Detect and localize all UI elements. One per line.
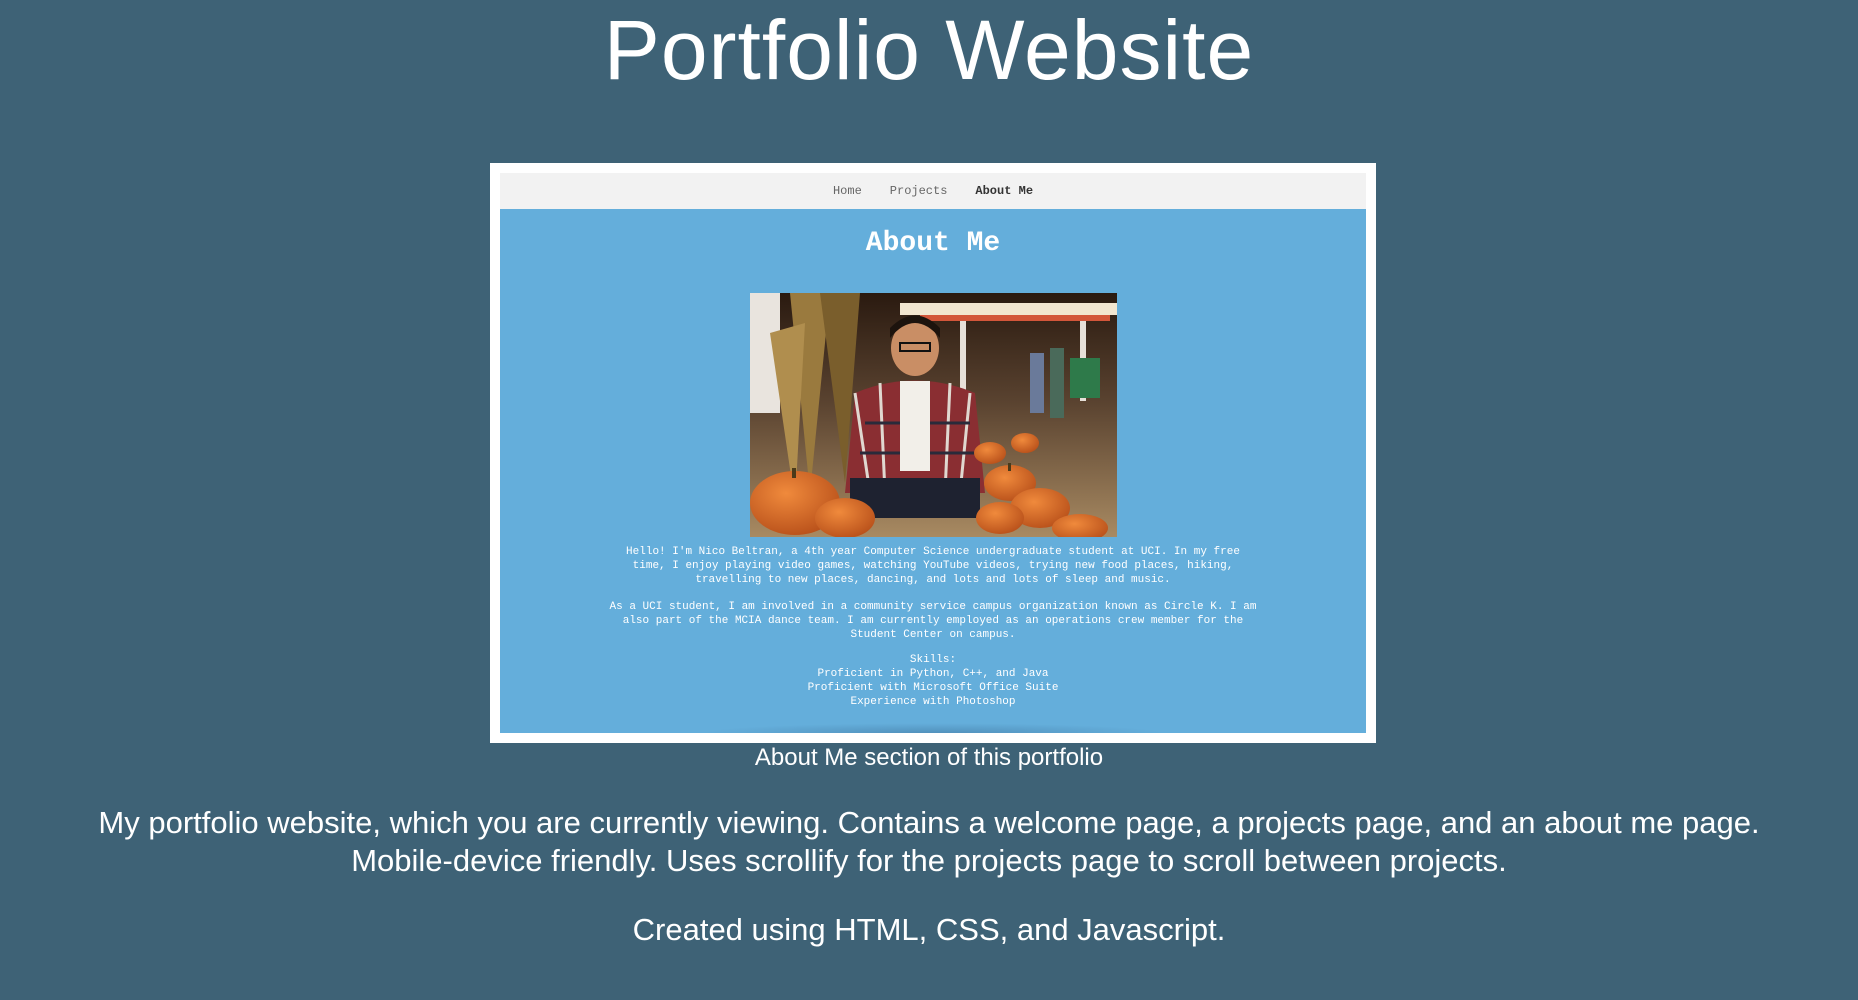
skill-item: Proficient with Microsoft Office Suite bbox=[807, 682, 1059, 694]
screenshot-caption: About Me section of this portfolio bbox=[754, 744, 1104, 771]
bio-line: Hello! I'm Nico Beltran, a 4th year Comp… bbox=[626, 546, 1240, 558]
bio-line: also part of the MCIA dance team. I am c… bbox=[622, 615, 1244, 627]
skill-item: Experience with Photoshop bbox=[850, 696, 1016, 708]
skills-title: Skills: bbox=[909, 654, 957, 666]
bio-line: As a UCI student, I am involved in a com… bbox=[609, 601, 1257, 613]
screenshot-nav-home: Home bbox=[832, 184, 862, 198]
bio-line: time, I enjoy playing video games, watch… bbox=[632, 560, 1234, 572]
skill-item: Proficient in Python, C++, and Java bbox=[817, 668, 1049, 680]
screenshot-nav-about-me: About Me bbox=[975, 184, 1034, 198]
bio-paragraph-2: As a UCI student, I am involved in a com… bbox=[540, 600, 1326, 642]
bio-line: Student Center on campus. bbox=[850, 629, 1016, 641]
bio-paragraph-1: Hello! I'm Nico Beltran, a 4th year Comp… bbox=[540, 545, 1326, 587]
description-line: Mobile-device friendly. Uses scrollify f… bbox=[351, 843, 1507, 878]
page-title: Portfolio Website bbox=[603, 3, 1255, 97]
screenshot-navbar: Home Projects About Me bbox=[500, 173, 1366, 209]
project-screenshot: Home Projects About Me About Me Hello! I… bbox=[490, 163, 1376, 743]
screenshot-nav-projects: Projects bbox=[889, 184, 948, 198]
skills-list: Skills: Proficient in Python, C++, and J… bbox=[540, 653, 1326, 709]
scroll-shadow bbox=[700, 723, 1166, 733]
screenshot-about-page: Home Projects About Me About Me Hello! I… bbox=[500, 173, 1366, 733]
project-description: My portfolio website, which you are curr… bbox=[0, 804, 1858, 880]
screenshot-heading: About Me bbox=[865, 228, 1001, 259]
bio-line: travelling to new places, dancing, and l… bbox=[695, 574, 1171, 586]
profile-photo bbox=[750, 293, 1117, 537]
tech-stack: Created using HTML, CSS, and Javascript. bbox=[632, 912, 1226, 947]
description-line: My portfolio website, which you are curr… bbox=[98, 805, 1760, 840]
